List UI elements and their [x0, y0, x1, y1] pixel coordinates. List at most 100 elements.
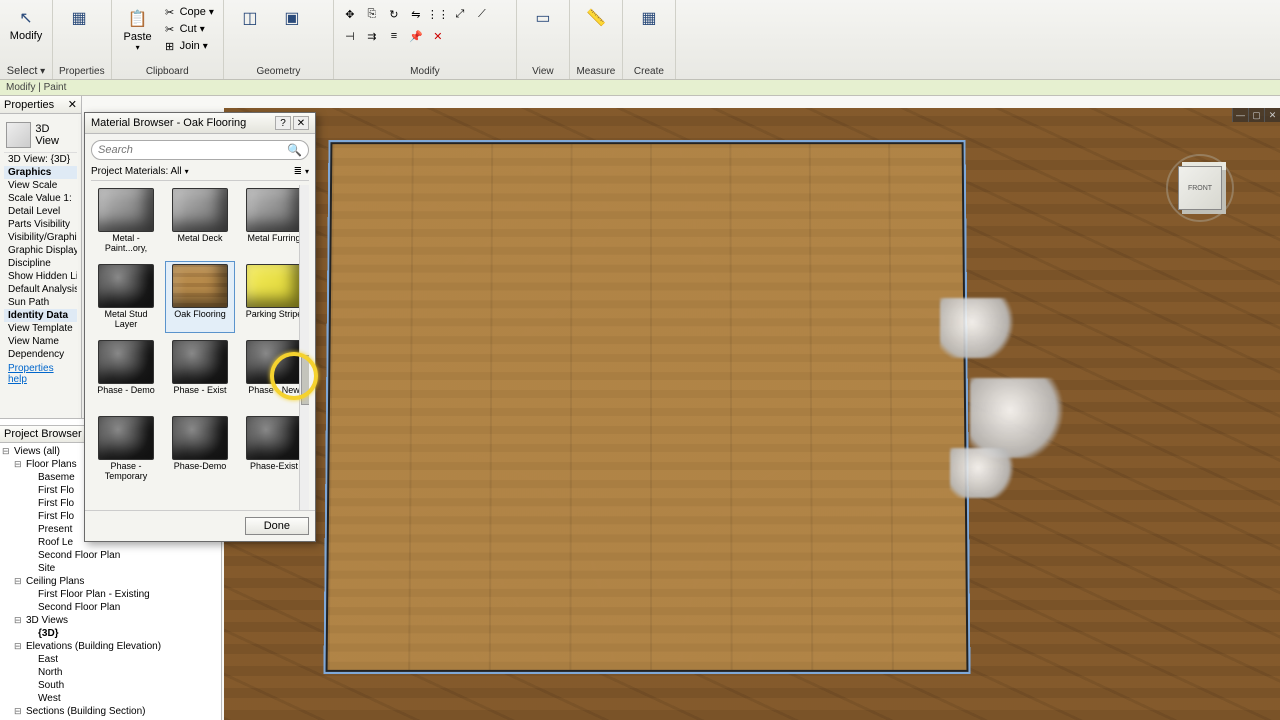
material-item[interactable]: Metal Stud Layer [91, 261, 161, 333]
properties-close-icon[interactable]: ✕ [68, 98, 77, 111]
material-search-input[interactable] [98, 144, 287, 156]
prop-discipline[interactable]: Discipline [4, 257, 77, 270]
material-browser-title: Material Browser - Oak Flooring [91, 117, 246, 129]
geometry-group-label: Geometry [230, 66, 327, 77]
delete-icon[interactable]: ✕ [428, 26, 448, 46]
tree-elev-north[interactable]: North [0, 666, 221, 679]
viewport-maximize-icon[interactable]: ▢ [1248, 108, 1264, 122]
material-browser-titlebar[interactable]: Material Browser - Oak Flooring ? ✕ [85, 113, 315, 134]
tree-fp-site[interactable]: Site [0, 562, 221, 575]
tree-cp-first-existing[interactable]: First Floor Plan - Existing [0, 588, 221, 601]
view-type-selector[interactable]: 3D View [4, 118, 77, 153]
material-swatch [172, 416, 228, 460]
material-browser-footer: Done [85, 510, 315, 541]
scrollbar-thumb[interactable] [301, 355, 309, 405]
prop-visibility-graphics[interactable]: Visibility/Graphics [4, 231, 77, 244]
dialog-close-icon[interactable]: ✕ [293, 116, 309, 130]
viewport-minimize-icon[interactable]: — [1232, 108, 1248, 122]
measure-icon: 📏 [584, 6, 608, 30]
geometry-btn-1[interactable]: ◫ [230, 4, 270, 32]
properties-button[interactable]: ▦ [59, 4, 99, 32]
create-group-label: Create [629, 66, 669, 77]
material-filter-bar: Project Materials: All ≣ [91, 166, 309, 181]
material-item[interactable]: Phase - Temporary [91, 413, 161, 485]
viewport-close-icon[interactable]: ✕ [1264, 108, 1280, 122]
move-icon[interactable]: ✥ [340, 4, 360, 24]
join-button[interactable]: ⊞Join ▾ [160, 38, 217, 54]
offset-icon[interactable]: ⇉ [362, 26, 382, 46]
material-scrollbar[interactable] [299, 185, 309, 510]
cut-button[interactable]: ✂Cut ▾ [160, 21, 217, 37]
material-item[interactable]: Phase - Exist [165, 337, 235, 409]
material-swatch [246, 264, 302, 308]
tree-3d-views[interactable]: 3D Views [0, 614, 221, 627]
prop-sun-path[interactable]: Sun Path [4, 296, 77, 309]
prop-view-template[interactable]: View Template [4, 322, 77, 335]
prop-detail-level[interactable]: Detail Level [4, 205, 77, 218]
prop-scale-value[interactable]: Scale Value 1: [4, 192, 77, 205]
material-view-mode-button[interactable]: ≣ [294, 166, 309, 177]
material-item[interactable]: Phase - Demo [91, 337, 161, 409]
tree-elevations[interactable]: Elevations (Building Elevation) [0, 640, 221, 653]
view-instance[interactable]: 3D View: {3D} [4, 153, 77, 166]
material-browser-dialog: Material Browser - Oak Flooring ? ✕ 🔍 Pr… [84, 112, 316, 542]
select-dropdown[interactable]: Select ▾ [6, 65, 46, 77]
copy-icon[interactable]: ⎘ [362, 4, 382, 24]
dialog-help-icon[interactable]: ? [275, 116, 291, 130]
prop-view-name[interactable]: View Name [4, 335, 77, 348]
view-button[interactable]: ▭ [523, 4, 563, 32]
trim-icon[interactable]: ⟋ [472, 4, 492, 24]
array-icon[interactable]: ⋮⋮ [428, 4, 448, 24]
material-item[interactable]: Oak Flooring [165, 261, 235, 333]
material-item[interactable]: Metal Deck [165, 185, 235, 257]
scale-icon[interactable]: ⤢ [450, 4, 470, 24]
material-item-label: Metal - Paint...ory, [94, 234, 158, 254]
pin-icon[interactable]: 📌 [406, 26, 426, 46]
search-icon[interactable]: 🔍 [287, 143, 302, 157]
material-item-label: Phase-Demo [174, 462, 227, 482]
measure-button[interactable]: 📏 [576, 4, 616, 32]
material-search[interactable]: 🔍 [91, 140, 309, 160]
mirror-icon[interactable]: ⇋ [406, 4, 426, 24]
modify-label: Modify [10, 30, 42, 42]
paste-button[interactable]: 📋 Paste ▾ [118, 4, 158, 54]
tree-3d-default[interactable]: {3D} [0, 627, 221, 640]
prop-graphic-display[interactable]: Graphic Display O [4, 244, 77, 257]
tree-ceiling-plans[interactable]: Ceiling Plans [0, 575, 221, 588]
tree-elev-west[interactable]: West [0, 692, 221, 705]
prop-parts-visibility[interactable]: Parts Visibility [4, 218, 77, 231]
material-item-label: Metal Stud Layer [94, 310, 158, 330]
tree-sections[interactable]: Sections (Building Section) [0, 705, 221, 718]
material-swatch [246, 416, 302, 460]
material-item[interactable]: Metal - Paint...ory, [91, 185, 161, 257]
material-item-label: Phase - New [248, 386, 300, 406]
material-filter-dropdown[interactable]: Project Materials: All [91, 166, 189, 177]
material-grid-scroll[interactable]: Metal - Paint...ory,Metal DeckMetal Furr… [91, 185, 309, 510]
tree-elev-east[interactable]: East [0, 653, 221, 666]
prop-view-scale[interactable]: View Scale [4, 179, 77, 192]
done-button[interactable]: Done [245, 517, 309, 535]
tree-fp-second[interactable]: Second Floor Plan [0, 549, 221, 562]
create-button[interactable]: ▦ [629, 4, 669, 32]
arrow-icon: ↖ [14, 6, 38, 30]
material-item[interactable]: Phase-Demo [165, 413, 235, 485]
split-icon[interactable]: ⊣ [340, 26, 360, 46]
rotate-icon[interactable]: ↻ [384, 4, 404, 24]
prop-dependency[interactable]: Dependency [4, 348, 77, 361]
painted-floor-surface[interactable] [326, 142, 969, 672]
align-icon[interactable]: ≡ [384, 26, 404, 46]
modify-button[interactable]: ↖ Modify [6, 4, 46, 44]
viewcube[interactable]: FRONT [1160, 148, 1240, 228]
properties-help-link[interactable]: Properties help [4, 361, 77, 387]
cope-button[interactable]: ✂Cope ▾ [160, 4, 217, 20]
tree-cp-second[interactable]: Second Floor Plan [0, 601, 221, 614]
viewcube-cube[interactable]: FRONT [1178, 166, 1222, 210]
measure-group-label: Measure [576, 66, 616, 77]
prop-default-analysis[interactable]: Default Analysis D [4, 283, 77, 296]
prop-show-hidden[interactable]: Show Hidden Line [4, 270, 77, 283]
modify-group-label: Modify [340, 66, 510, 77]
tree-blob [940, 298, 1020, 358]
geometry-btn-2[interactable]: ▣ [272, 4, 312, 32]
tree-elev-south[interactable]: South [0, 679, 221, 692]
viewport-3d[interactable]: — ▢ ✕ FRONT [224, 108, 1280, 720]
